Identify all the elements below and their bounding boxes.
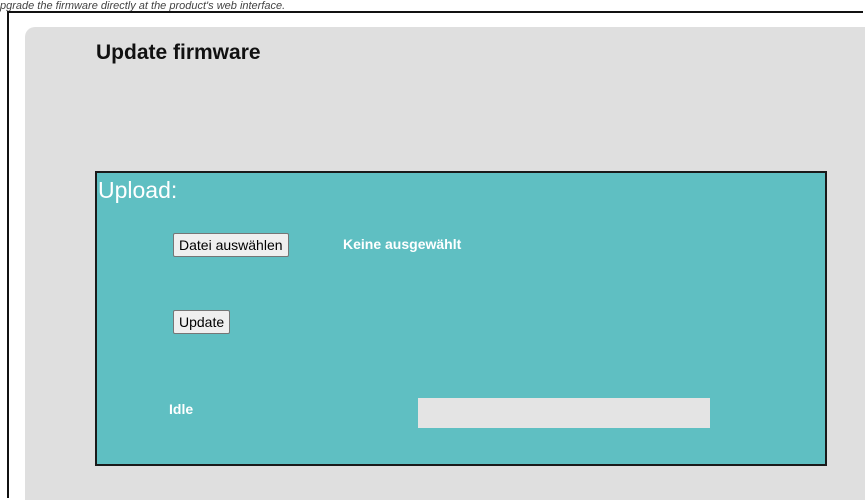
upload-panel: Upload: Datei auswählen Keine ausgewählt…	[95, 171, 827, 466]
status-label: Idle	[169, 401, 194, 417]
update-button[interactable]: Update	[173, 310, 231, 334]
upload-heading: Upload:	[98, 177, 178, 203]
page-title: Update firmware	[96, 41, 261, 64]
progress-bar	[418, 398, 710, 428]
file-status-text: Keine ausgewählt	[343, 236, 462, 252]
choose-file-button[interactable]: Datei auswählen	[173, 233, 289, 257]
